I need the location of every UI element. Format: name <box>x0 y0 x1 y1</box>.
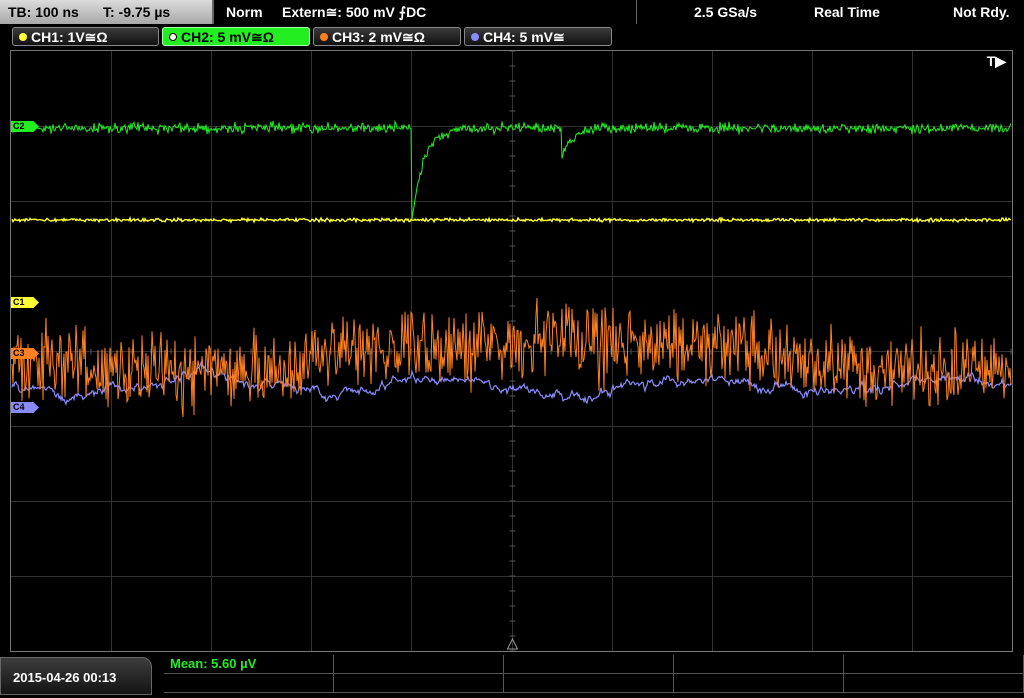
channel-1-button[interactable]: CH1: 1V≅Ω <box>12 27 159 46</box>
acquisition-status: Not Rdy. <box>953 4 1010 20</box>
channel-2-dot-icon <box>169 33 177 41</box>
measurement-mean: Mean: 5.60 µV <box>170 656 257 671</box>
waveform-svg <box>11 51 1012 651</box>
measurement-cell[interactable] <box>164 674 334 693</box>
measurement-cell[interactable] <box>674 655 844 674</box>
timebase-box[interactable]: TB: 100 ns T: -9.75 µs <box>0 0 214 24</box>
timebase-label: TB: 100 ns <box>8 4 79 20</box>
acquisition-mode[interactable]: Real Time <box>814 0 880 24</box>
trigger-time-label: T: -9.75 µs <box>103 4 171 20</box>
channel-4-dot-icon <box>471 33 479 41</box>
channel-3-trace <box>11 297 1012 418</box>
channel-2-trace <box>11 119 1012 220</box>
channel-4-level-marker[interactable]: C4 <box>11 402 39 413</box>
channel-3-label: CH3: 2 mV≅Ω <box>332 29 425 45</box>
measurement-cell[interactable] <box>334 674 504 693</box>
measurement-cell[interactable] <box>844 655 1024 674</box>
channel-1-dot-icon <box>19 33 27 41</box>
trigger-mode[interactable]: Norm <box>226 0 263 24</box>
channel-4-label: CH4: 5 mV≅ <box>483 29 565 45</box>
measurement-cell[interactable] <box>504 655 674 674</box>
channel-3-dot-icon <box>320 33 328 41</box>
channel-3-button[interactable]: CH3: 2 mV≅Ω <box>313 27 461 46</box>
waveform-display[interactable]: T▶ C2 C1 C3 C4 <box>10 50 1013 652</box>
measurement-cell[interactable] <box>334 655 504 674</box>
channel-1-label: CH1: 1V≅Ω <box>31 29 108 45</box>
channel-2-label: CH2: 5 mV≅Ω <box>181 29 274 45</box>
measurement-cell[interactable] <box>844 674 1024 693</box>
datetime-label: 2015-04-26 00:13 <box>13 670 117 685</box>
header-divider <box>636 0 637 24</box>
channel-1-trace <box>11 215 1011 224</box>
measurement-cell[interactable] <box>504 674 674 693</box>
channel-1-level-marker[interactable]: C1 <box>11 297 39 308</box>
sample-rate[interactable]: 2.5 GSa/s <box>694 0 757 24</box>
measurement-table[interactable]: Mean: 5.60 µV <box>164 655 1024 695</box>
channel-bar: CH1: 1V≅Ω CH2: 5 mV≅Ω CH3: 2 mV≅Ω CH4: 5… <box>0 25 1024 48</box>
measurement-cell[interactable]: Mean: 5.60 µV <box>164 655 334 674</box>
channel-3-level-marker[interactable]: C3 <box>11 348 39 359</box>
channel-2-level-marker[interactable]: C2 <box>11 121 39 132</box>
measurement-cell[interactable] <box>674 674 844 693</box>
channel-2-button[interactable]: CH2: 5 mV≅Ω <box>162 27 310 46</box>
trigger-source[interactable]: Extern≅: 500 mV ⨍DC <box>282 0 426 24</box>
footer: 2015-04-26 00:13 Mean: 5.60 µV <box>0 655 1024 695</box>
status-bar: TB: 100 ns T: -9.75 µs Norm Extern≅: 500… <box>0 0 1024 25</box>
channel-4-button[interactable]: CH4: 5 mV≅ <box>464 27 612 46</box>
trigger-position-marker[interactable]: T▶ <box>987 53 1006 70</box>
datetime-box: 2015-04-26 00:13 <box>0 657 152 695</box>
